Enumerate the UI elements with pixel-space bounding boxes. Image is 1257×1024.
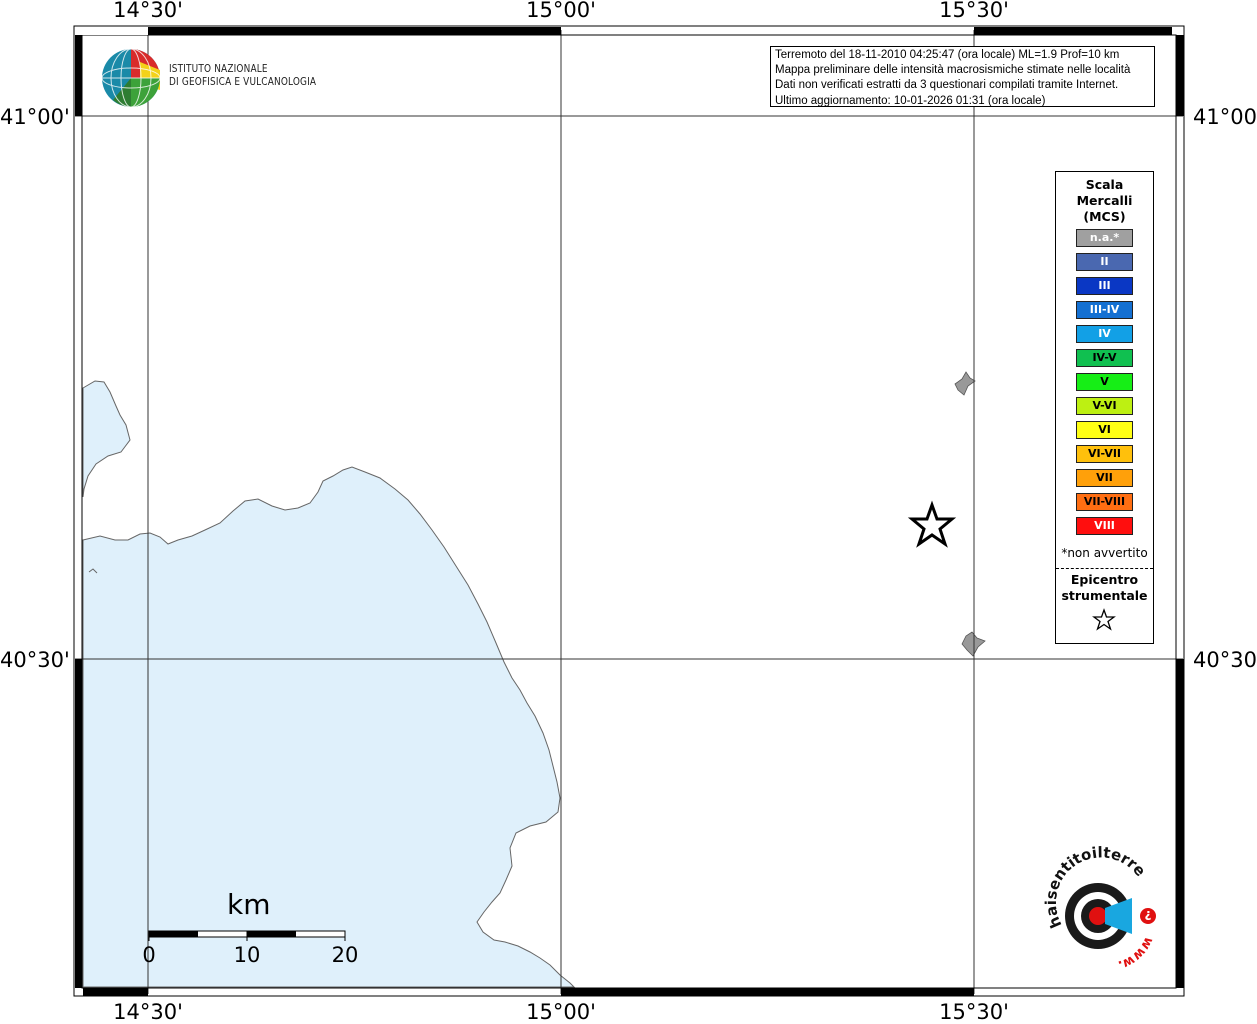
event-info-line: Dati non verificati estratti da 3 questi… [775,79,1119,92]
epicenter-star-icon [1092,608,1116,631]
scale-unit: km [227,888,271,921]
lat-label-left: 40°30' [0,648,70,672]
intensity-legend: Scala Mercalli (MCS) n.a.* II III III-IV IV I… [1055,171,1154,644]
legend-title-line: Mercalli [1076,193,1133,208]
event-info-line: Ultimo aggiornamento: 10-01-2026 01:31 (… [775,94,1046,107]
legend-level-swatch: VII-VIII [1076,493,1133,511]
event-info-box: Terremoto del 18-11-2010 04:25:47 (ora l… [770,46,1155,107]
legend-note: *non avvertito [1061,546,1148,560]
epicenter-label-line: strumentale [1061,588,1148,603]
legend-level-swatch: V-VI [1076,397,1133,415]
sea-area-main [82,466,576,988]
institute-name-line1: ISTITUTO NAZIONALE [169,63,268,75]
lon-label-bottom: 15°00' [526,1000,596,1024]
legend-level-swatch: III [1076,277,1133,295]
legend-title: Scala Mercalli (MCS) [1056,177,1153,225]
island [954,371,976,396]
legend-level-swatch: II [1076,253,1133,271]
institute-name: ISTITUTO NAZIONALE DI GEOFISICA E VULCAN… [169,63,316,89]
lat-label-right: 41°00' [1193,105,1257,129]
legend-level-swatch: IV-V [1076,349,1133,367]
legend-title-line: Scala [1085,177,1124,192]
sea-area [82,380,131,498]
scale-tick-label: 20 [331,943,359,967]
legend-title-line: (MCS) [1083,209,1126,224]
legend-level-swatch: VI [1076,421,1133,439]
lon-label-top: 15°30' [939,0,1009,22]
lon-label-top: 14°30' [113,0,183,22]
epicenter-legend-label: Epicentro strumentale [1056,572,1153,604]
epicenter-star [907,500,957,548]
epicenter-label-line: Epicentro [1070,572,1139,587]
scale-tick-label: 0 [142,943,156,967]
legend-level-swatch: V [1076,373,1133,391]
event-info-line: Mappa preliminare delle intensità macros… [775,64,1131,77]
legend-level-swatch: VIII [1076,517,1133,535]
svg-text:www.: www. [1116,934,1156,972]
legend-level-swatch: VI-VII [1076,445,1133,463]
institute-name-line2: DI GEOFISICA E VULCANOLOGIA [169,76,317,88]
ingv-logo-icon [101,48,161,108]
lon-label-top: 15°00' [526,0,596,22]
scale-tick-label: 10 [233,943,261,967]
legend-level-swatch: n.a.* [1076,229,1133,247]
legend-level-swatch: III-IV [1076,301,1133,319]
legend-level-swatch: VII [1076,469,1133,487]
legend-separator [1056,568,1153,569]
event-info-line: Terremoto del 18-11-2010 04:25:47 (ora l… [775,49,1120,61]
legend-level-swatch: IV [1076,325,1133,343]
lat-label-left: 41°00' [0,105,70,129]
svg-text:?: ? [1144,908,1151,922]
lon-label-bottom: 14°30' [113,1000,183,1024]
lon-label-bottom: 15°30' [939,1000,1009,1024]
lat-label-right: 40°30' [1193,648,1257,672]
